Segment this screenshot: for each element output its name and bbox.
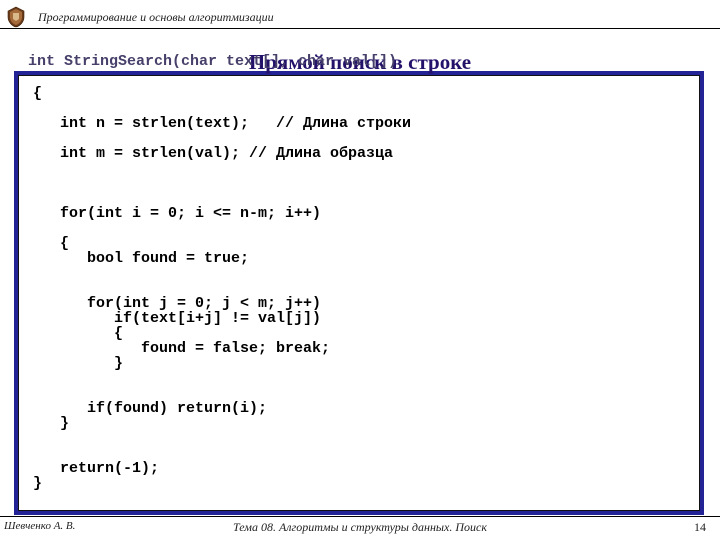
header-divider	[0, 28, 720, 29]
crest-icon	[4, 6, 28, 28]
course-title: Программирование и основы алгоритмизации	[38, 10, 274, 25]
function-signature: int StringSearch(char text[], char val[]…	[28, 53, 397, 70]
page-number: 14	[694, 520, 706, 535]
header: Программирование и основы алгоритмизации	[0, 0, 720, 30]
code-block: { int n = strlen(text); // Длина строки …	[18, 75, 700, 511]
slide: Программирование и основы алгоритмизации…	[0, 0, 720, 540]
footer-topic: Тема 08. Алгоритмы и структуры данных. П…	[0, 520, 720, 535]
